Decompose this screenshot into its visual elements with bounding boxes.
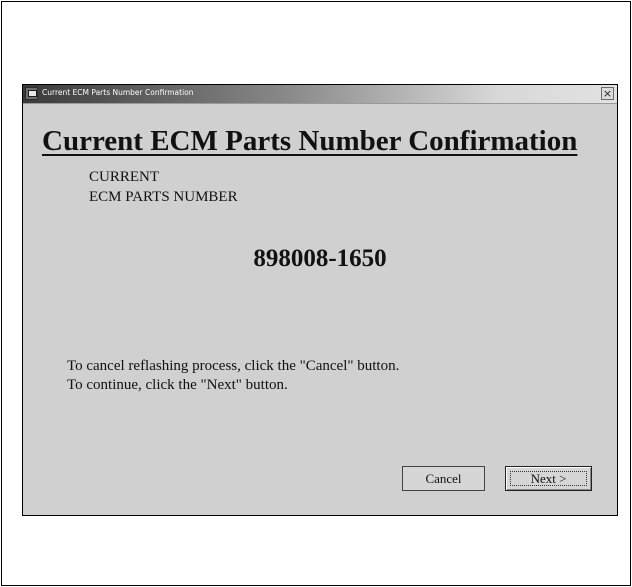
title-bar[interactable]: Current ECM Parts Number Confirmation × bbox=[23, 85, 617, 104]
ecm-parts-number-value: 898008-1650 bbox=[253, 245, 387, 272]
label-line-ecm-parts-number: ECM PARTS NUMBER bbox=[89, 189, 238, 205]
dialog-heading: Current ECM Parts Number Confirmation bbox=[42, 125, 578, 157]
page-frame: Current ECM Parts Number Confirmation × … bbox=[1, 1, 631, 586]
label-line-current: CURRENT bbox=[89, 169, 160, 185]
window-title: Current ECM Parts Number Confirmation bbox=[42, 88, 194, 97]
instruction-cancel: To cancel reflashing process, click the … bbox=[67, 358, 400, 374]
next-button-label: Next > bbox=[530, 471, 567, 486]
parts-number-label: CURRENT ECM PARTS NUMBER bbox=[89, 167, 238, 207]
instruction-continue: To continue, click the "Next" button. bbox=[67, 377, 288, 393]
cancel-button[interactable]: Cancel bbox=[402, 466, 485, 491]
app-icon bbox=[25, 87, 38, 100]
next-button[interactable]: Next > bbox=[505, 466, 592, 491]
instructions: To cancel reflashing process, click the … bbox=[67, 357, 399, 395]
close-icon[interactable]: × bbox=[601, 87, 614, 100]
dialog-window: Current ECM Parts Number Confirmation × … bbox=[22, 84, 618, 516]
